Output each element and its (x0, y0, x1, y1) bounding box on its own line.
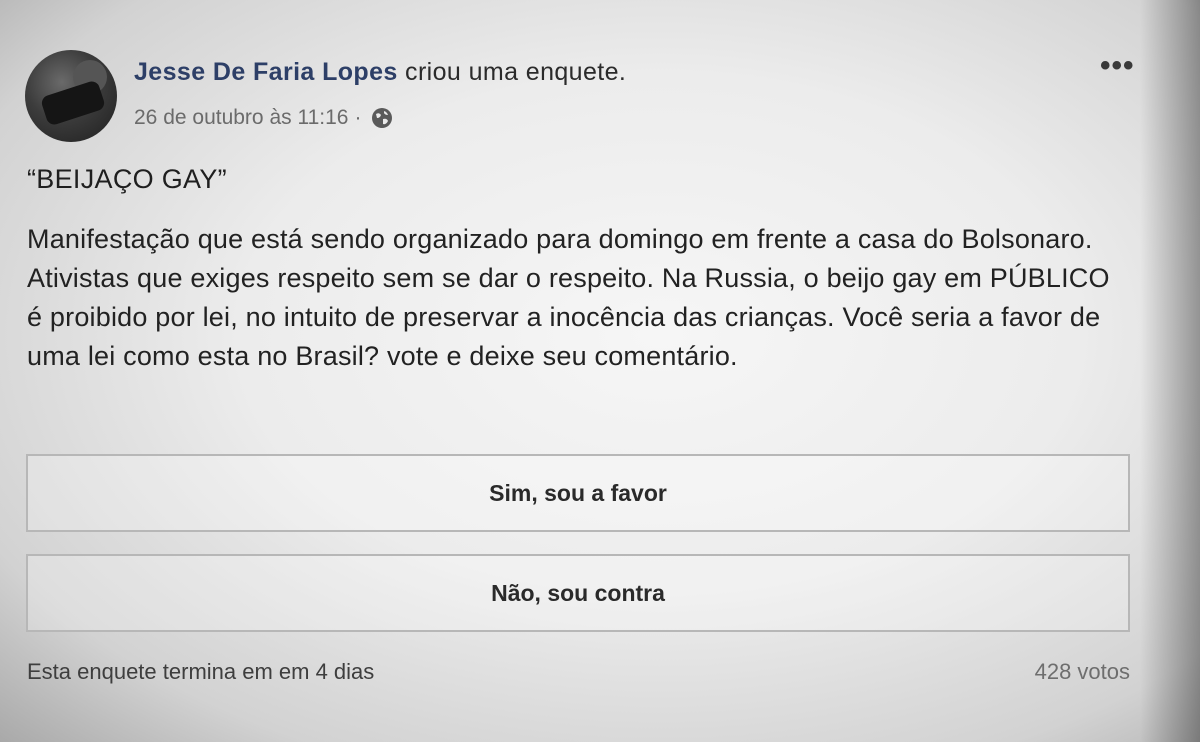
post-title: “BEIJAÇO GAY” (27, 164, 227, 194)
post-card: Jesse De Faria Lopes criou uma enquete. … (0, 0, 1200, 742)
poll-option-no[interactable]: Não, sou contra (26, 554, 1130, 632)
poll-option-yes[interactable]: Sim, sou a favor (26, 454, 1130, 532)
avatar[interactable] (25, 50, 117, 142)
avatar-figure-body (39, 79, 107, 127)
more-options-icon[interactable]: ••• (1100, 51, 1135, 81)
poll-votes-count[interactable]: 428 votos (1000, 659, 1130, 685)
edge-shadow (1140, 0, 1200, 742)
post-meta: 26 de outubro às 11:16 · (134, 106, 393, 130)
post-body: Manifestação que está sendo organizado p… (27, 224, 1110, 371)
post-timestamp[interactable]: 26 de outubro às 11:16 (134, 106, 348, 130)
post-header: Jesse De Faria Lopes criou uma enquete. (134, 58, 626, 87)
meta-separator: · (354, 106, 362, 129)
poll-ends-text: Esta enquete termina em em 4 dias (27, 659, 375, 684)
author-name[interactable]: Jesse De Faria Lopes (134, 58, 398, 86)
globe-icon[interactable] (371, 107, 393, 129)
post-action: criou uma enquete. (397, 58, 627, 86)
